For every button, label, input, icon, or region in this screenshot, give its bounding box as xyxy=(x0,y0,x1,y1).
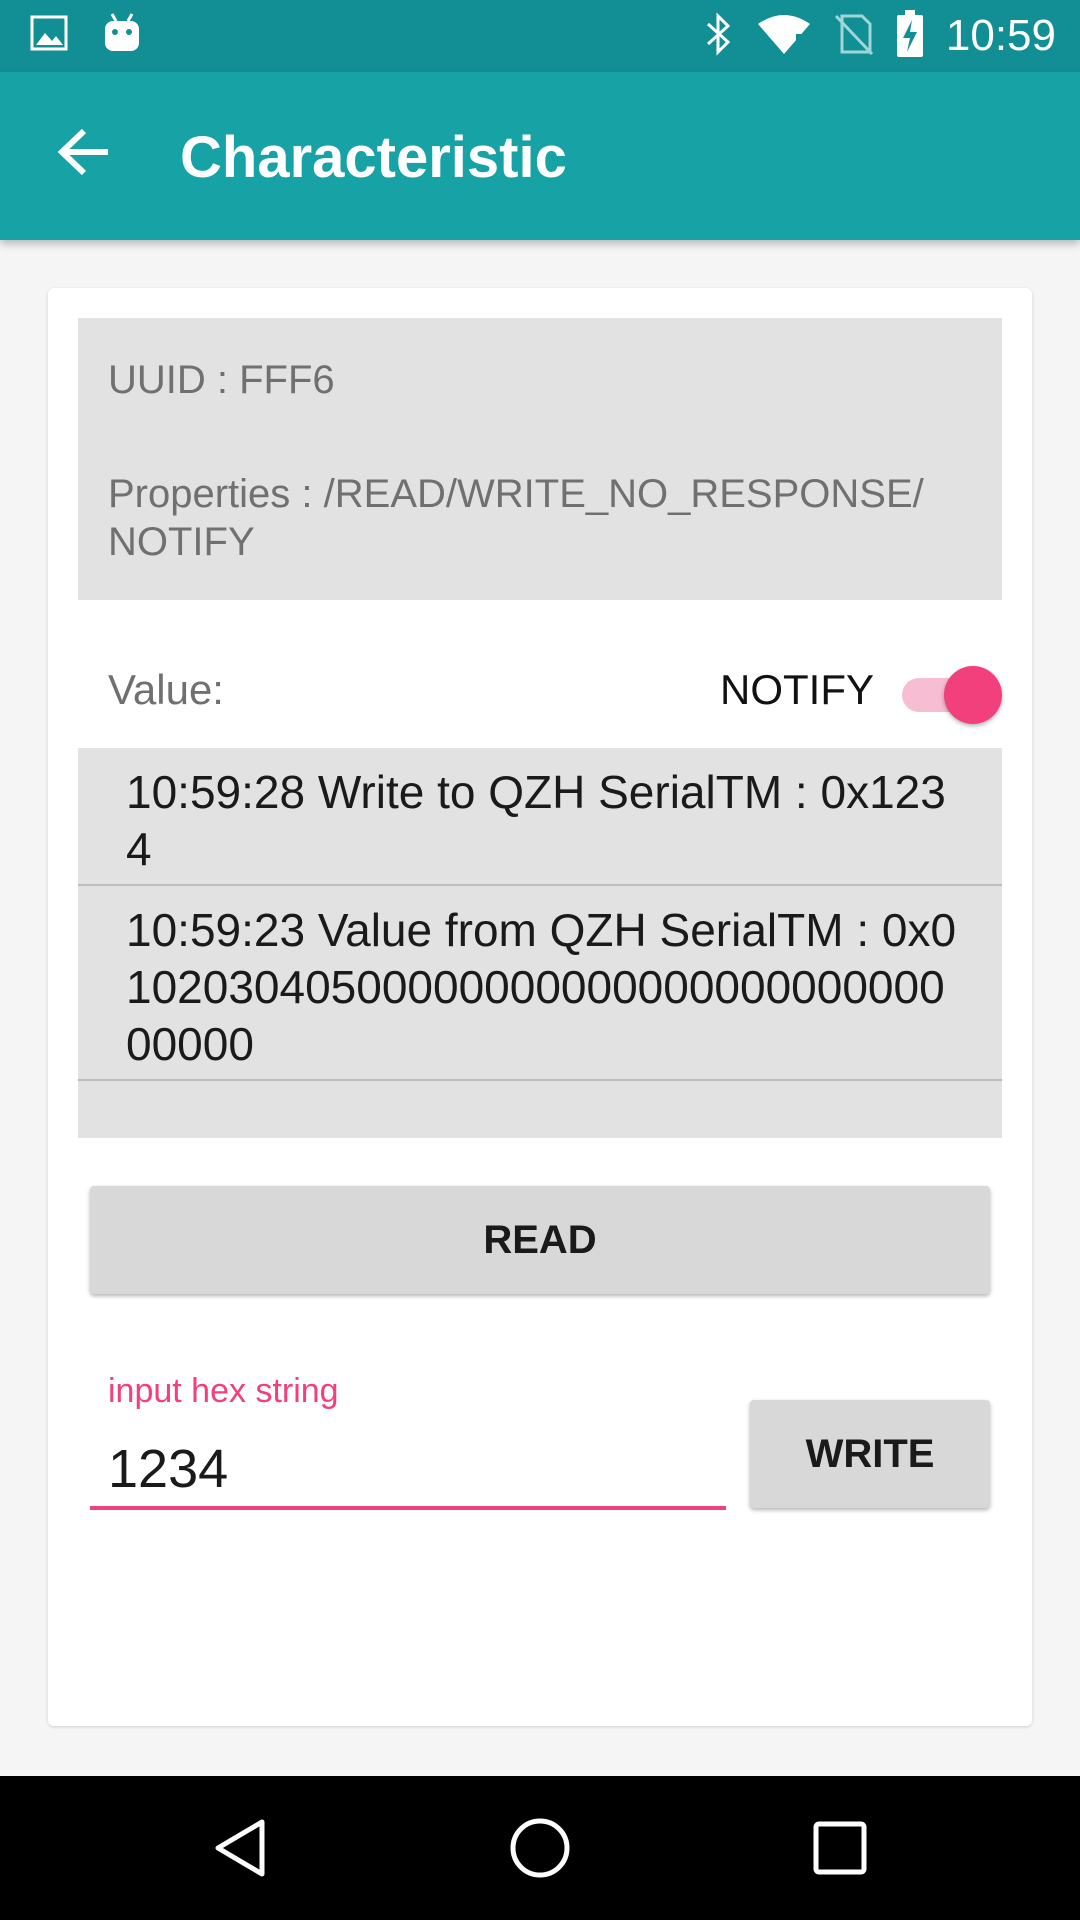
value-log-list[interactable]: 10:59:28 Write to QZH SerialTM : 0x1234 … xyxy=(78,748,1002,1138)
info-box: UUID : FFF6 Properties : /READ/WRITE_NO_… xyxy=(78,318,1002,600)
nav-recents-button[interactable] xyxy=(800,1812,880,1884)
write-button[interactable]: WRITE xyxy=(750,1400,990,1508)
status-bar: 10:59 xyxy=(0,0,1080,72)
arrow-back-icon xyxy=(58,128,108,176)
list-item: 10:59:28 Write to QZH SerialTM : 0x1234 xyxy=(78,748,1002,886)
list-item: 10:59:23 Value from QZH SerialTM : 0x010… xyxy=(78,886,1002,1081)
image-icon xyxy=(30,15,68,56)
status-right-icons: 10:59 xyxy=(704,9,1056,63)
battery-charging-icon xyxy=(896,9,924,63)
characteristic-card: UUID : FFF6 Properties : /READ/WRITE_NO_… xyxy=(48,288,1032,1726)
uuid-text: UUID : FFF6 xyxy=(108,358,335,402)
home-circle-icon xyxy=(510,1818,570,1878)
notify-toggle-thumb xyxy=(944,666,1002,724)
navigation-bar xyxy=(0,1776,1080,1920)
properties-text: Properties : /READ/WRITE_NO_RESPONSE/ NO… xyxy=(108,472,924,564)
notify-toggle[interactable] xyxy=(894,660,1004,724)
nav-home-button[interactable] xyxy=(500,1812,580,1884)
android-icon xyxy=(102,12,142,59)
value-label: Value: xyxy=(108,666,224,713)
status-time: 10:59 xyxy=(945,11,1056,60)
back-triangle-icon xyxy=(215,1819,265,1877)
status-left-icons xyxy=(30,12,142,59)
no-sim-icon xyxy=(834,12,874,61)
bluetooth-icon xyxy=(704,11,734,61)
hex-input[interactable] xyxy=(90,1432,726,1510)
app-bar: Characteristic xyxy=(0,72,1080,240)
notify-label: NOTIFY xyxy=(720,666,874,713)
nav-back-button[interactable] xyxy=(200,1812,280,1884)
page-title: Characteristic xyxy=(180,125,567,190)
recents-square-icon xyxy=(813,1821,867,1875)
wifi-icon xyxy=(756,12,812,61)
read-button[interactable]: READ xyxy=(90,1186,990,1294)
hex-input-label: input hex string xyxy=(108,1372,339,1410)
back-button[interactable] xyxy=(50,118,118,186)
